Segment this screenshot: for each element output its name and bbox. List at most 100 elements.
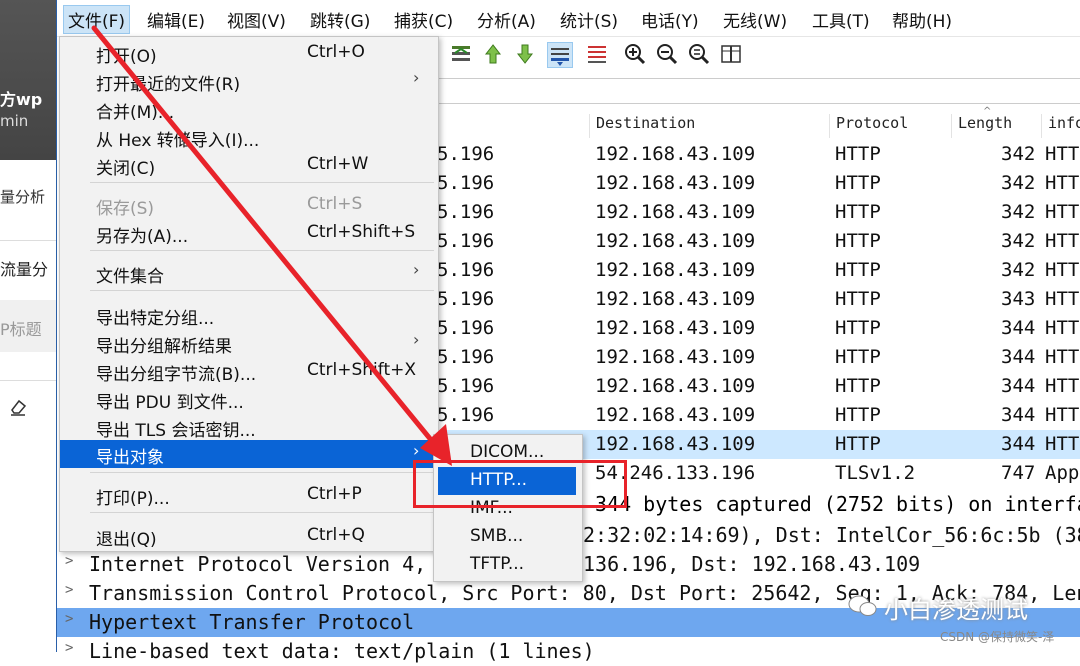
menu-capture[interactable]: 捕获(C) (394, 7, 453, 32)
cell-protocol: HTTP (835, 259, 881, 281)
expand-chevron-icon[interactable]: > (65, 611, 73, 627)
cell-destination: 192.168.43.109 (595, 375, 756, 397)
go-last-packet-icon[interactable] (513, 42, 537, 66)
table-row[interactable]: 5.196 192.168.43.109 HTTP 342 HTT (437, 227, 1080, 256)
table-row[interactable]: 5.196 192.168.43.109 HTTP 342 HTT (437, 256, 1080, 285)
zoom-out-icon[interactable] (655, 42, 679, 66)
zoom-normal-icon[interactable] (687, 42, 711, 66)
menu-item-label: 打开(O) (96, 47, 157, 67)
menu-separator (90, 512, 434, 513)
file-menu-item[interactable]: 从 Hex 转储导入(I)... (60, 123, 438, 151)
zoom-in-icon[interactable] (623, 42, 647, 66)
column-header-info[interactable]: info (1041, 114, 1080, 138)
menu-file[interactable]: 文件(F) (63, 5, 131, 34)
cell-destination: 192.168.43.109 (595, 346, 756, 368)
menu-item-label: 导出分组解析结果 (96, 337, 232, 357)
go-first-packet-icon[interactable] (481, 42, 505, 66)
column-header-destination[interactable]: Destination (589, 114, 826, 138)
file-menu-item[interactable]: 导出对象 › (60, 440, 438, 468)
expand-chevron-icon[interactable]: > (65, 582, 73, 598)
menu-separator (90, 250, 434, 251)
file-menu-item[interactable]: 关闭(C) Ctrl+W (60, 151, 438, 179)
menu-item-label: 导出分组字节流(B)... (96, 365, 257, 385)
autoscroll-icon[interactable] (547, 42, 573, 68)
menu-item-label: 打开最近的文件(R) (96, 75, 241, 95)
menu-separator (90, 472, 434, 473)
expand-chevron-icon[interactable]: > (65, 640, 73, 656)
file-menu-item[interactable]: 导出分组解析结果 › (60, 329, 438, 357)
menu-telephony[interactable]: 电话(Y) (641, 7, 699, 32)
menu-wireless[interactable]: 无线(W) (723, 7, 787, 32)
table-row[interactable]: 5.196 192.168.43.109 HTTP 342 HTT (437, 198, 1080, 227)
table-row[interactable]: 5.196 192.168.43.109 HTTP 343 HTT (437, 285, 1080, 314)
menu-edit[interactable]: 编辑(E) (147, 7, 205, 32)
menu-item-label: TFTP... (470, 554, 525, 574)
watermark-credit: CSDN @保持微笑-泽 (940, 630, 1055, 644)
cell-info: HTT (1045, 172, 1080, 194)
expand-chevron-icon[interactable]: > (65, 553, 73, 569)
cell-info: HTT (1045, 288, 1080, 310)
submenu-arrow-icon: › (413, 330, 420, 349)
file-menu-item[interactable]: 保存(S) Ctrl+S (60, 191, 438, 219)
export-object-item[interactable]: TFTP... (434, 551, 582, 579)
file-menu-item[interactable]: 打开(O) Ctrl+O (60, 39, 438, 67)
menu-item-label: 合并(M)... (96, 103, 175, 123)
file-menu-item[interactable]: 另存为(A)... Ctrl+Shift+S (60, 219, 438, 247)
file-menu-item[interactable]: 导出特定分组... (60, 301, 438, 329)
bg-text-5: P标题 (0, 320, 42, 339)
resize-columns-icon[interactable] (719, 42, 743, 66)
cell-info: HTT (1045, 404, 1080, 426)
jump-to-packet-icon[interactable] (449, 42, 473, 66)
packet-list: Destination Protocol Length ^ info 5.196… (437, 106, 1080, 490)
file-menu-item[interactable]: 退出(Q) Ctrl+Q (60, 522, 438, 550)
menu-item-label: 保存(S) (96, 199, 155, 219)
menu-item-shortcut: Ctrl+S (307, 194, 363, 214)
colorize-icon[interactable] (585, 42, 609, 66)
cell-source: 5.196 (437, 375, 495, 397)
column-header-protocol[interactable]: Protocol (829, 114, 946, 138)
table-row[interactable]: 5.196 192.168.43.109 HTTP 342 HTT (437, 140, 1080, 169)
cell-protocol: HTTP (835, 230, 881, 252)
table-row[interactable]: 5.196 192.168.43.109 HTTP 344 HTT (437, 372, 1080, 401)
detail-ip-text: Internet Protocol Version 4, (89, 552, 427, 576)
menu-view[interactable]: 视图(V) (227, 7, 286, 32)
export-object-item[interactable]: SMB... (434, 523, 582, 551)
file-menu-item[interactable]: 文件集合 › (60, 259, 438, 287)
bg-divider (0, 380, 56, 381)
menu-item-label: 导出特定分组... (96, 309, 215, 329)
cell-length: 344 (1001, 346, 1036, 368)
table-row[interactable]: 5.196 192.168.43.109 HTTP 344 HTT (437, 343, 1080, 372)
submenu-arrow-icon: › (413, 260, 420, 279)
display-filter-bar[interactable] (437, 78, 1080, 104)
menu-item-label: 关闭(C) (96, 159, 156, 179)
file-menu-item[interactable]: 导出 PDU 到文件... (60, 385, 438, 413)
cell-protocol: HTTP (835, 172, 881, 194)
watermark-title: 小白渗透测试 (884, 596, 1028, 624)
detail-http-text: Hypertext Transfer Protocol (89, 610, 415, 634)
menu-tools[interactable]: 工具(T) (812, 7, 870, 32)
eraser-icon[interactable] (8, 398, 28, 416)
file-menu-item[interactable]: 打印(P)... Ctrl+P (60, 481, 438, 509)
bg-text-2: min (0, 112, 29, 130)
menu-analyze[interactable]: 分析(A) (477, 7, 536, 32)
cell-length: 342 (1001, 259, 1036, 281)
file-menu-item[interactable]: 导出 TLS 会话密钥... (60, 413, 438, 441)
file-menu-item[interactable]: 合并(M)... (60, 95, 438, 123)
cell-length: 747 (1001, 462, 1036, 484)
table-row[interactable]: 5.196 192.168.43.109 HTTP 342 HTT (437, 169, 1080, 198)
cell-protocol: HTTP (835, 433, 881, 455)
file-menu-item[interactable]: 打开最近的文件(R) › (60, 67, 438, 95)
menu-help[interactable]: 帮助(H) (892, 7, 952, 32)
menu-go[interactable]: 跳转(G) (310, 7, 370, 32)
table-row[interactable]: 5.196 192.168.43.109 HTTP 344 HTT (437, 401, 1080, 430)
bg-text-3: 量分析 (0, 188, 46, 206)
cell-source: 5.196 (437, 346, 495, 368)
cell-length: 342 (1001, 143, 1036, 165)
cell-length: 343 (1001, 288, 1036, 310)
file-menu-item[interactable]: 导出分组字节流(B)... Ctrl+Shift+X (60, 357, 438, 385)
menu-item-shortcut: Ctrl+Shift+S (307, 222, 416, 242)
menu-statistics[interactable]: 统计(S) (560, 7, 618, 32)
cell-protocol: HTTP (835, 288, 881, 310)
table-row[interactable]: 5.196 192.168.43.109 HTTP 344 HTT (437, 314, 1080, 343)
column-header-length[interactable]: Length (951, 114, 1038, 138)
